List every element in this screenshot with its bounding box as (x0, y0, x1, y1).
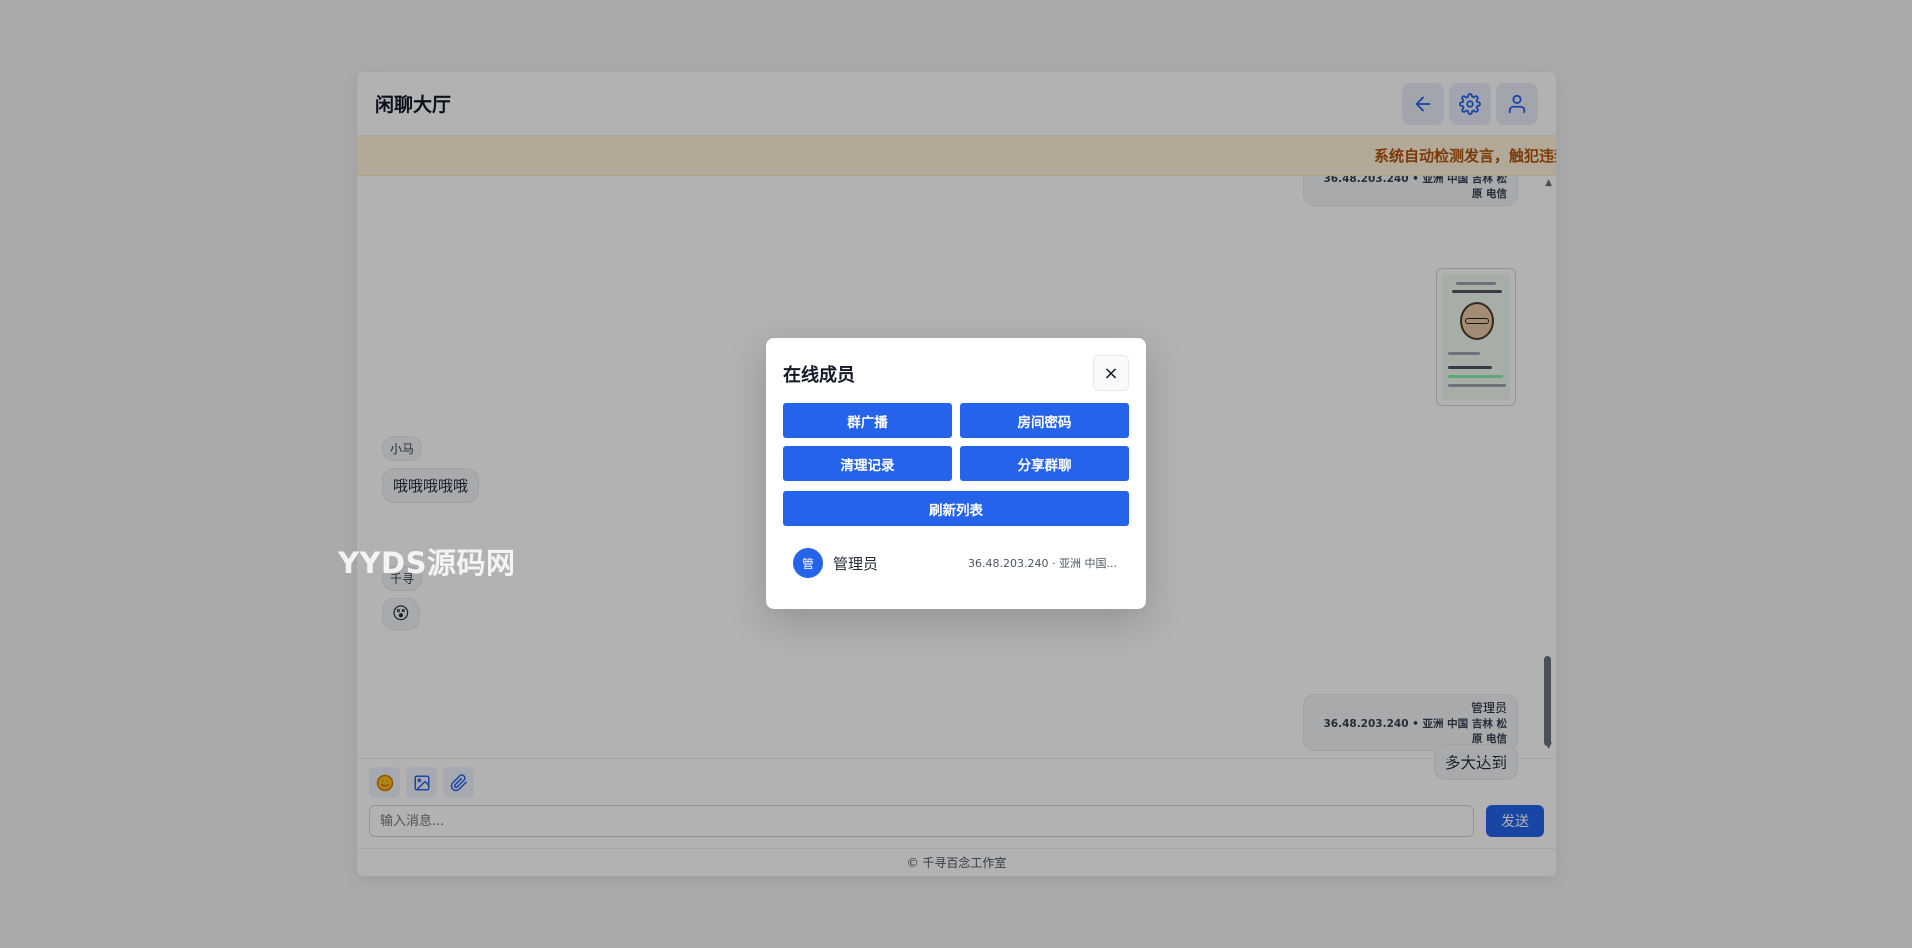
avatar: 管 (793, 548, 823, 578)
share-group-button[interactable]: 分享群聊 (960, 446, 1129, 481)
watermark: YYDS源码网 (338, 546, 516, 580)
online-members-modal: 在线成员 × 群广播 房间密码 清理记录 分享群聊 刷新列表 管 管理员 36.… (766, 338, 1146, 609)
close-icon: × (1103, 362, 1119, 384)
broadcast-button[interactable]: 群广播 (783, 403, 952, 438)
clear-history-button[interactable]: 清理记录 (783, 446, 952, 481)
modal-title: 在线成员 (783, 365, 855, 386)
close-button[interactable]: × (1093, 355, 1129, 391)
room-password-button[interactable]: 房间密码 (960, 403, 1129, 438)
member-name: 管理员 (833, 554, 879, 573)
refresh-list-button[interactable]: 刷新列表 (783, 491, 1129, 526)
member-list-item[interactable]: 管 管理员 36.48.203.240 · 亚洲 中国... (783, 546, 1129, 580)
member-ip-location: 36.48.203.240 · 亚洲 中国... (968, 557, 1117, 570)
